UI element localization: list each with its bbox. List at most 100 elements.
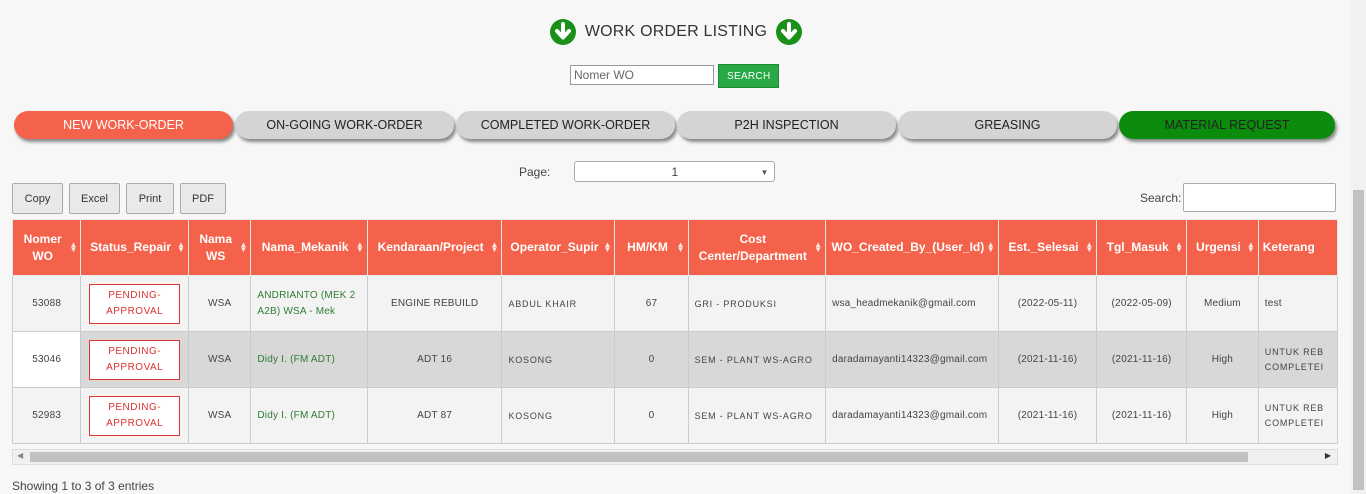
- sort-icon: ▲ ▼: [986, 240, 995, 254]
- arrow-down-circle-icon: [776, 19, 803, 45]
- cell-nama-mekanik: ANDRIANTO (MEK 2 A2B) WSA - Mek: [250, 275, 368, 332]
- cell-status-repair: PENDING-APPROVAL: [80, 387, 189, 444]
- col-header-urgensi[interactable]: Urgensi ▲ ▼: [1186, 219, 1259, 276]
- cell-nama-mekanik: Didy I. (FM ADT): [250, 387, 368, 444]
- print-button[interactable]: Print: [126, 183, 174, 214]
- cell-hm-km: 0: [614, 387, 689, 444]
- sort-icon: ▲ ▼: [603, 240, 612, 254]
- col-header-nama-mekanik[interactable]: Nama_Mekanik ▲ ▼: [250, 219, 368, 276]
- col-header-nomer-wo[interactable]: Nomer WO ▲ ▼: [12, 219, 82, 276]
- tab-material-request[interactable]: MATERIAL REQUEST: [1119, 111, 1335, 139]
- work-order-tabs: NEW WORK-ORDER ON-GOING WORK-ORDER COMPL…: [14, 111, 1337, 139]
- col-header-wo-created-by[interactable]: WO_Created_By_(User_Id) ▲ ▼: [825, 219, 999, 276]
- col-header-operator-supir[interactable]: Operator_Supir ▲ ▼: [501, 219, 616, 276]
- cell-operator-supir: KOSONG: [501, 331, 616, 388]
- cell-tgl-masuk: (2022-05-09): [1096, 275, 1187, 332]
- table-header-row: Nomer WO ▲ ▼ Status_Repair ▲ ▼ Nama WS ▲ ▼ Nam…: [12, 219, 1338, 276]
- col-header-hm-km[interactable]: HM/KM ▲ ▼: [614, 219, 689, 276]
- table-row[interactable]: 53046 PENDING-APPROVAL WSA Didy I. (FM A…: [12, 331, 1338, 388]
- cell-tgl-masuk: (2021-11-16): [1096, 331, 1187, 388]
- scrollbar-thumb[interactable]: [1353, 190, 1364, 490]
- sort-icon: ▲ ▼: [490, 240, 499, 254]
- pager: Page: 1 ▼: [519, 161, 776, 182]
- status-badge[interactable]: PENDING-APPROVAL: [89, 283, 181, 324]
- search-button[interactable]: SEARCH: [718, 64, 780, 88]
- cell-nomer-wo: 52983: [12, 387, 82, 444]
- sort-icon: ▲ ▼: [1175, 240, 1183, 254]
- cell-cost-center: SEM - PLANT WS-AGRO: [687, 387, 827, 444]
- tab-greasing[interactable]: GREASING: [898, 111, 1117, 139]
- sort-icon: ▲ ▼: [177, 240, 185, 254]
- col-header-cost-center[interactable]: Cost Center/Department ▲ ▼: [687, 219, 827, 276]
- table-row[interactable]: 52983 PENDING-APPROVAL WSA Didy I. (FM A…: [12, 387, 1338, 444]
- sort-icon: ▲ ▼: [1085, 240, 1094, 254]
- cell-tgl-masuk: (2021-11-16): [1096, 387, 1187, 444]
- cell-urgensi: Medium: [1186, 275, 1259, 332]
- wo-search-bar: SEARCH: [570, 64, 780, 88]
- cell-kendaraan: ENGINE REBUILD: [366, 275, 503, 332]
- table-search: Search:: [1140, 183, 1337, 212]
- col-header-keterangan[interactable]: Keterang: [1257, 219, 1338, 276]
- cell-est-selesai: (2022-05-11): [997, 275, 1098, 332]
- page-select-value: 1: [671, 164, 679, 179]
- page-header: WORK ORDER LISTING: [0, 18, 1352, 46]
- col-header-est-selesai[interactable]: Est._Selesai ▲ ▼: [997, 219, 1098, 276]
- cell-nama-ws: WSA: [187, 275, 252, 332]
- cell-est-selesai: (2021-11-16): [997, 387, 1098, 444]
- export-buttons: Copy Excel Print PDF: [12, 183, 226, 214]
- tab-completed-work-order[interactable]: COMPLETED WORK-ORDER: [456, 111, 675, 139]
- status-badge[interactable]: PENDING-APPROVAL: [89, 339, 181, 380]
- page-select[interactable]: 1 ▼: [574, 161, 776, 182]
- scrollbar-thumb[interactable]: [30, 452, 1248, 462]
- cell-kendaraan: ADT 87: [366, 387, 503, 444]
- cell-hm-km: 67: [614, 275, 689, 332]
- sort-icon: ▲ ▼: [69, 240, 78, 254]
- sort-icon: ▲ ▼: [355, 240, 364, 254]
- wo-number-input[interactable]: [570, 65, 714, 85]
- page-label: Page:: [519, 164, 551, 179]
- pdf-button[interactable]: PDF: [180, 183, 226, 214]
- cell-keterangan: UNTUK REB COMPLETEI: [1257, 331, 1338, 388]
- scroll-left-icon[interactable]: ◀: [17, 451, 23, 460]
- cell-nama-mekanik: Didy I. (FM ADT): [250, 331, 368, 388]
- cell-nama-ws: WSA: [187, 331, 252, 388]
- cell-urgensi: High: [1186, 387, 1259, 444]
- cell-wo-created-by: daradamayanti14323@gmail.com: [825, 387, 999, 444]
- col-header-tgl-masuk[interactable]: Tgl_Masuk ▲ ▼: [1096, 219, 1187, 276]
- cell-operator-supir: KOSONG: [501, 387, 616, 444]
- cell-cost-center: GRI - PRODUKSI: [687, 275, 827, 332]
- chevron-down-icon: ▼: [760, 168, 769, 177]
- sort-icon: ▲ ▼: [1246, 240, 1255, 254]
- col-header-kendaraan[interactable]: Kendaraan/Project ▲ ▼: [366, 219, 503, 276]
- cell-status-repair: PENDING-APPROVAL: [80, 331, 189, 388]
- cell-nomer-wo: 53046: [12, 331, 82, 388]
- table-search-input[interactable]: [1183, 183, 1337, 212]
- tab-new-work-order[interactable]: NEW WORK-ORDER: [14, 111, 233, 139]
- col-header-status-repair[interactable]: Status_Repair ▲ ▼: [80, 219, 189, 276]
- copy-button[interactable]: Copy: [12, 183, 63, 214]
- cell-kendaraan: ADT 16: [366, 331, 503, 388]
- cell-operator-supir: ABDUL KHAIR: [501, 275, 616, 332]
- work-order-table: Nomer WO ▲ ▼ Status_Repair ▲ ▼ Nama WS ▲ ▼ Nam…: [12, 219, 1338, 444]
- table-row[interactable]: 53088 PENDING-APPROVAL WSA ANDRIANTO (ME…: [12, 275, 1338, 332]
- sort-icon: ▲ ▼: [239, 240, 248, 254]
- cell-keterangan: UNTUK REB COMPLETEI: [1257, 387, 1338, 444]
- cell-status-repair: PENDING-APPROVAL: [80, 275, 189, 332]
- cell-cost-center: SEM - PLANT WS-AGRO: [687, 331, 827, 388]
- sort-icon: ▲ ▼: [676, 240, 685, 254]
- col-header-nama-ws[interactable]: Nama WS ▲ ▼: [187, 219, 252, 276]
- vertical-scrollbar[interactable]: [1351, 0, 1366, 494]
- status-badge[interactable]: PENDING-APPROVAL: [89, 395, 181, 436]
- cell-wo-created-by: daradamayanti14323@gmail.com: [825, 331, 999, 388]
- excel-button[interactable]: Excel: [69, 183, 120, 214]
- cell-nomer-wo: 53088: [12, 275, 82, 332]
- cell-hm-km: 0: [614, 331, 689, 388]
- tab-p2h-inspection[interactable]: P2H INSPECTION: [677, 111, 896, 139]
- horizontal-scrollbar[interactable]: ◀ ▶: [12, 449, 1338, 465]
- cell-est-selesai: (2021-11-16): [997, 331, 1098, 388]
- work-order-table-container: Nomer WO ▲ ▼ Status_Repair ▲ ▼ Nama WS ▲ ▼ Nam…: [12, 219, 1338, 450]
- cell-keterangan: test: [1257, 275, 1338, 332]
- scroll-right-icon[interactable]: ▶: [1325, 451, 1331, 460]
- tab-ongoing-work-order[interactable]: ON-GOING WORK-ORDER: [235, 111, 454, 139]
- table-search-label: Search:: [1140, 190, 1182, 205]
